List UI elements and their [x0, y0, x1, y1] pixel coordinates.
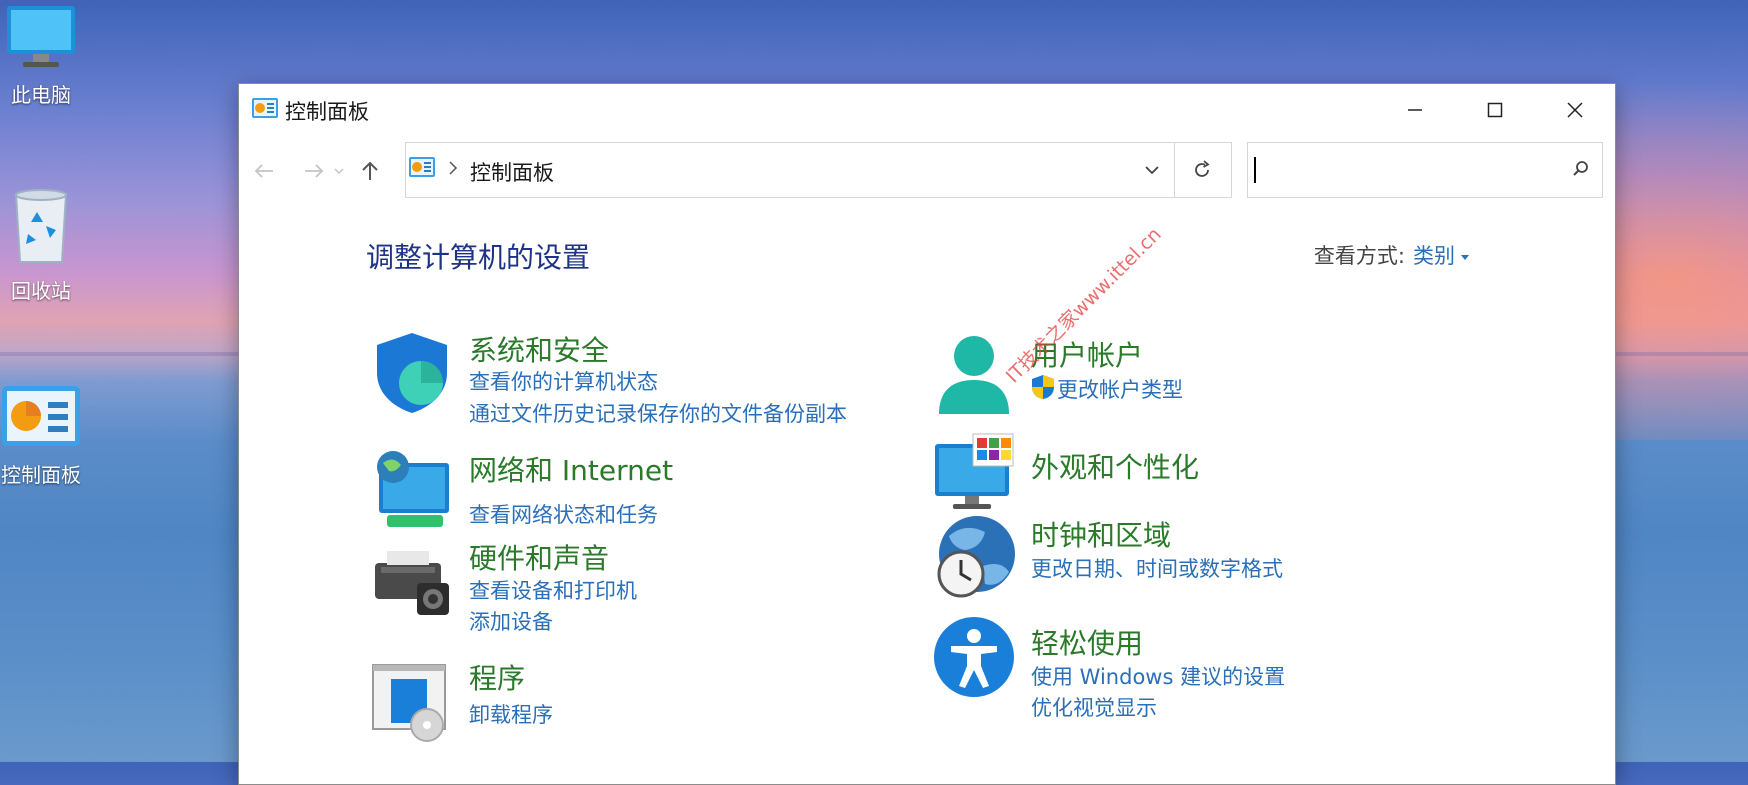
monitor-color-icon[interactable]	[931, 432, 1017, 518]
category-title[interactable]: 外观和个性化	[1031, 446, 1199, 486]
category-title[interactable]: 网络和 Internet	[469, 449, 673, 489]
recent-locations-button[interactable]	[331, 156, 347, 186]
category-link[interactable]: 使用 Windows 建议的设置	[1031, 661, 1285, 691]
category-title[interactable]: 程序	[469, 657, 525, 697]
category-link[interactable]: 更改日期、时间或数字格式	[1031, 553, 1283, 583]
desktop-icon-this-pc[interactable]: 此电脑	[0, 4, 86, 108]
refresh-icon	[1195, 160, 1210, 177]
category-title[interactable]: 时钟和区域	[1031, 514, 1171, 554]
desktop-icon-label: 此电脑	[11, 83, 71, 107]
desktop-icon-label: 回收站	[11, 279, 71, 303]
up-button[interactable]	[355, 156, 385, 186]
desktop-icon-control-panel[interactable]: 控制面板	[0, 384, 86, 488]
refresh-button[interactable]	[1173, 142, 1232, 198]
search-input[interactable]	[1262, 153, 1566, 187]
category-link[interactable]: 优化视觉显示	[1031, 692, 1157, 722]
monitor-icon	[7, 6, 75, 67]
triangle-down-icon[interactable]	[1461, 254, 1469, 260]
control-panel-icon	[408, 156, 436, 184]
network-globe-icon[interactable]	[369, 449, 455, 535]
chevron-right-icon[interactable]	[448, 160, 458, 180]
arrow-left-icon	[254, 164, 273, 178]
control-panel-icon	[251, 97, 279, 125]
category-title[interactable]: 轻松使用	[1031, 622, 1143, 662]
title-bar[interactable]: 控制面板	[239, 84, 1615, 136]
category-link[interactable]: 查看设备和打印机	[469, 575, 637, 605]
accessibility-icon[interactable]	[931, 614, 1017, 700]
recycle-bin-icon	[14, 189, 68, 263]
window-title: 控制面板	[285, 100, 369, 124]
close-button[interactable]	[1535, 84, 1615, 136]
user-icon[interactable]	[931, 334, 1017, 420]
text-cursor	[1254, 157, 1256, 183]
page-title: 调整计算机的设置	[366, 241, 591, 274]
uac-shield-icon	[1031, 374, 1055, 404]
category-link[interactable]: 添加设备	[469, 606, 553, 636]
printer-icon[interactable]	[369, 537, 455, 623]
search-icon[interactable]	[1572, 160, 1590, 182]
address-bar[interactable]: 控制面板	[405, 142, 1175, 198]
back-button[interactable]	[249, 156, 279, 186]
programs-icon[interactable]	[369, 657, 455, 743]
control-panel-icon	[2, 386, 80, 446]
category-title[interactable]: 系统和安全	[469, 329, 609, 369]
maximize-button[interactable]	[1455, 84, 1535, 136]
category-title[interactable]: 硬件和声音	[469, 537, 609, 577]
arrow-up-icon	[362, 161, 378, 180]
desktop-icon-label: 控制面板	[1, 463, 81, 487]
clock-globe-icon[interactable]	[931, 514, 1017, 600]
search-box[interactable]	[1247, 142, 1603, 198]
close-icon	[1567, 102, 1583, 118]
chevron-down-icon	[334, 168, 344, 175]
view-by-label: 查看方式:	[1313, 244, 1405, 268]
chevron-down-icon[interactable]	[1144, 161, 1160, 180]
view-by-dropdown[interactable]: 类别	[1413, 244, 1455, 268]
desktop-icon-recycle-bin[interactable]: 回收站	[0, 186, 86, 304]
forward-button[interactable]	[299, 156, 329, 186]
minimize-button[interactable]	[1375, 84, 1455, 136]
breadcrumb-control-panel[interactable]: 控制面板	[470, 157, 554, 187]
shield-icon[interactable]	[369, 329, 455, 415]
category-link[interactable]: 卸载程序	[469, 699, 553, 729]
minimize-icon	[1408, 109, 1422, 111]
category-link[interactable]: 通过文件历史记录保存你的文件备份副本	[469, 398, 847, 428]
arrow-right-icon	[305, 164, 324, 178]
category-link[interactable]: 更改帐户类型	[1057, 374, 1183, 404]
category-link[interactable]: 查看你的计算机状态	[469, 366, 658, 396]
view-by: 查看方式: 类别	[1314, 240, 1469, 270]
category-link[interactable]: 查看网络状态和任务	[469, 499, 658, 529]
maximize-icon	[1487, 102, 1503, 118]
control-panel-window: 控制面板 控制面板 调整计算机的设置 查看方式: 类别 系统和安全 查看你的计算…	[238, 83, 1616, 785]
